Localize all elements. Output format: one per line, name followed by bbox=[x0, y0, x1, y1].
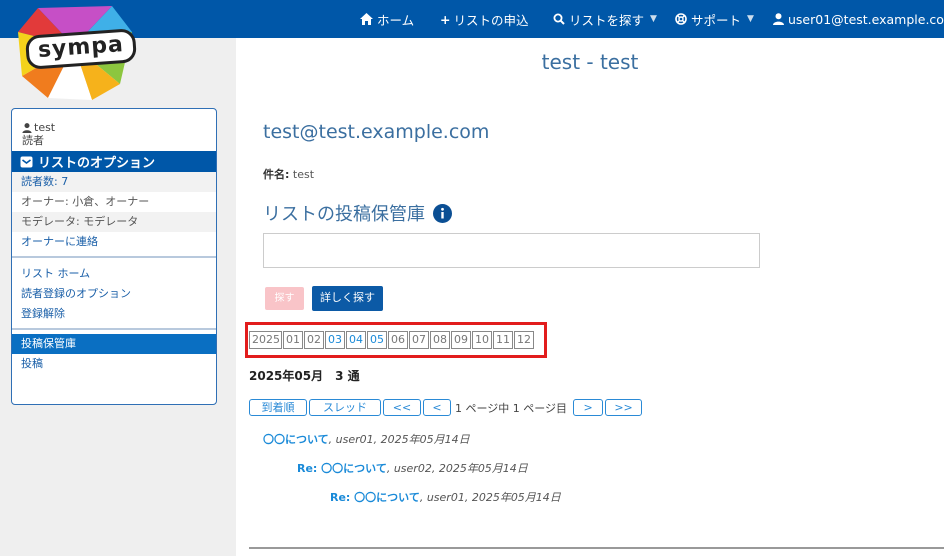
nav-request-list[interactable]: + リストの申込 bbox=[440, 0, 529, 38]
archive-heading-text: リストの投稿保管庫 bbox=[263, 204, 425, 225]
sidebar-item-unsubscribe[interactable]: 登録解除 bbox=[12, 304, 216, 324]
sidebar-contact-owner[interactable]: オーナーに連絡 bbox=[12, 232, 216, 252]
user-role: 読者 bbox=[22, 134, 44, 147]
sidebar-divider bbox=[12, 252, 216, 258]
sidebar-item-post[interactable]: 投稿 bbox=[12, 354, 216, 374]
subject-label: 件名: bbox=[263, 168, 290, 181]
sidebar-item-list-home[interactable]: リスト ホーム bbox=[12, 264, 216, 284]
sidebar-subscriber-count[interactable]: 読者数: 7 bbox=[12, 172, 216, 192]
search-icon bbox=[553, 13, 565, 25]
month-selector: 2025 01 02 03 04 05 06 07 08 09 10 11 12 bbox=[249, 331, 535, 349]
sidebar-item-archive[interactable]: 投稿保管庫 bbox=[12, 334, 216, 354]
list-options-header: リストのオプション bbox=[12, 151, 216, 172]
month-02: 02 bbox=[304, 331, 324, 349]
message-meta: , user01, 2025年05月14日 bbox=[328, 433, 470, 446]
nav-home-label: ホーム bbox=[377, 12, 415, 28]
sidebar-moderators: モデレータ: モデレータ bbox=[12, 212, 216, 232]
last-page-button[interactable]: >> bbox=[605, 399, 643, 416]
advanced-search-button[interactable]: 詳しく探す bbox=[312, 286, 383, 311]
month-08: 08 bbox=[430, 331, 450, 349]
support-icon bbox=[675, 13, 687, 25]
archive-search-input[interactable] bbox=[263, 233, 760, 268]
message-subject-link[interactable]: 〇〇について bbox=[354, 491, 420, 504]
message-item: 〇〇について, user01, 2025年05月14日 bbox=[263, 431, 470, 447]
user-info: test 読者 bbox=[12, 109, 216, 151]
month-06: 06 bbox=[388, 331, 408, 349]
message-subject-link[interactable]: 〇〇について bbox=[321, 462, 387, 475]
archive-heading: リストの投稿保管庫 bbox=[263, 200, 452, 226]
plus-icon: + bbox=[440, 11, 451, 27]
subject-value: test bbox=[292, 168, 315, 181]
month-10: 10 bbox=[472, 331, 492, 349]
prev-page-button[interactable]: < bbox=[423, 399, 451, 416]
content-divider bbox=[249, 547, 944, 549]
sidebar-panel: test 読者 リストのオプション 読者数: 7 オーナー: 小倉、オーナー モ… bbox=[11, 108, 217, 405]
page-info: 1 ページ中 1 ページ目 bbox=[455, 401, 568, 415]
sidebar-owners: オーナー: 小倉、オーナー bbox=[21, 195, 150, 208]
nav-user-label: user01@test.example.com bbox=[788, 11, 944, 27]
next-page-button[interactable]: > bbox=[573, 399, 604, 416]
home-icon bbox=[360, 13, 373, 25]
user-icon bbox=[773, 13, 784, 25]
month-04[interactable]: 04 bbox=[346, 331, 366, 349]
message-item: Re: 〇〇について, user02, 2025年05月14日 bbox=[297, 460, 528, 476]
year-box: 2025 bbox=[249, 331, 282, 349]
list-options-title: リストのオプション bbox=[38, 156, 156, 171]
message-subject-link[interactable]: 〇〇について bbox=[263, 433, 329, 446]
month-12: 12 bbox=[514, 331, 534, 349]
first-page-button[interactable]: << bbox=[383, 399, 421, 416]
month-01: 01 bbox=[283, 331, 303, 349]
nav-support[interactable]: サポート ▼ bbox=[675, 0, 754, 38]
message-prefix: Re: bbox=[297, 462, 322, 475]
sympa-logo[interactable]: sympa bbox=[8, 2, 140, 102]
sort-by-thread-button[interactable]: スレッド bbox=[309, 399, 381, 416]
user-icon bbox=[22, 122, 32, 133]
list-subject: 件名: test bbox=[263, 166, 314, 182]
nav-support-label: サポート bbox=[691, 12, 742, 28]
user-name: test bbox=[34, 121, 56, 134]
month-05[interactable]: 05 bbox=[367, 331, 387, 349]
list-address: test@test.example.com bbox=[263, 121, 490, 143]
message-prefix: Re: bbox=[330, 491, 355, 504]
chevron-down-icon: ▼ bbox=[650, 14, 657, 24]
sort-by-date-button[interactable]: 到着順 bbox=[249, 399, 307, 416]
pager: 到着順 スレッド << < 1 ページ中 1 ページ目 > >> bbox=[249, 399, 644, 416]
info-icon[interactable] bbox=[433, 203, 452, 223]
message-item: Re: 〇〇について, user01, 2025年05月14日 bbox=[330, 489, 561, 505]
message-count: 2025年05月 3 通 bbox=[249, 369, 360, 383]
chevron-down-icon: ▼ bbox=[747, 14, 754, 24]
message-meta: , user02, 2025年05月14日 bbox=[386, 462, 528, 475]
nav-find-list-label: リストを探す bbox=[569, 12, 645, 28]
sidebar-item-subscriber-options[interactable]: 読者登録のオプション bbox=[12, 284, 216, 304]
message-meta: , user01, 2025年05月14日 bbox=[419, 491, 561, 504]
search-button[interactable]: 探す bbox=[265, 287, 304, 310]
nav-home[interactable]: ホーム bbox=[360, 0, 414, 38]
month-11: 11 bbox=[493, 331, 513, 349]
month-09: 09 bbox=[451, 331, 471, 349]
month-03[interactable]: 03 bbox=[325, 331, 345, 349]
sidebar-divider bbox=[12, 324, 216, 330]
nav-request-list-label: リストの申込 bbox=[453, 12, 529, 28]
envelope-icon bbox=[20, 156, 33, 167]
nav-find-list[interactable]: リストを探す ▼ bbox=[553, 0, 657, 38]
page-title: test - test bbox=[541, 50, 639, 74]
nav-user-menu[interactable]: user01@test.example.com ▼ bbox=[773, 0, 944, 38]
month-07: 07 bbox=[409, 331, 429, 349]
